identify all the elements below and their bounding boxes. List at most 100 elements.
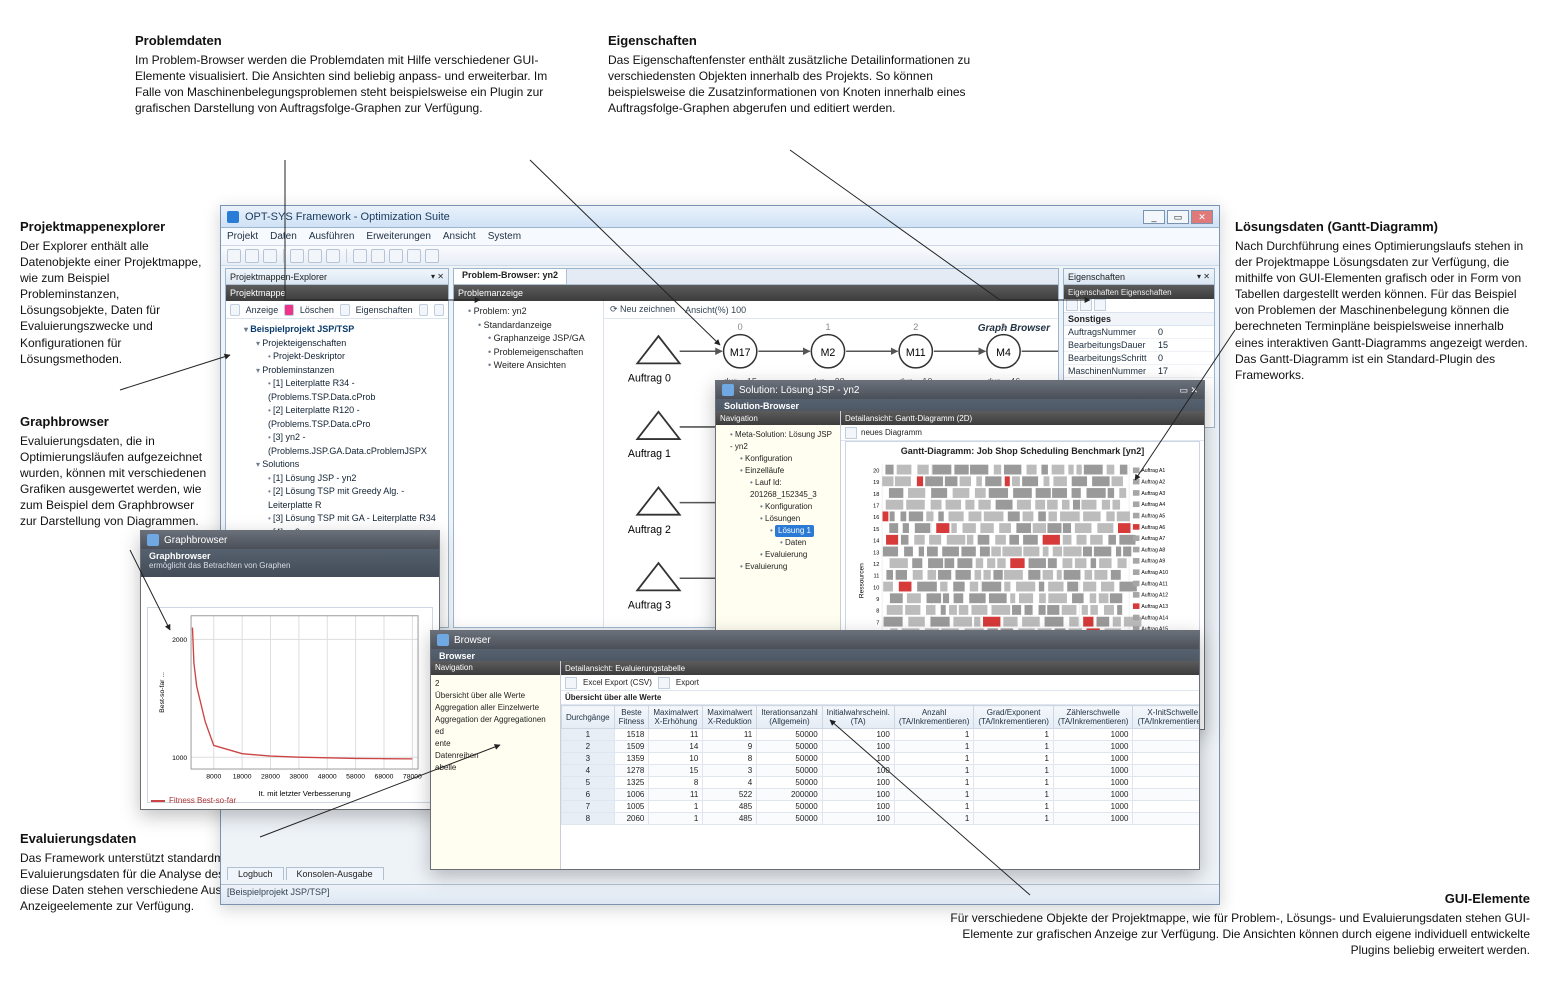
toolbar-icon[interactable]	[389, 249, 403, 263]
close-button[interactable]: ✕	[1191, 210, 1213, 224]
nav-item[interactable]: ente	[435, 738, 556, 750]
export-icon[interactable]	[658, 677, 670, 689]
sort-icon[interactable]	[1066, 299, 1078, 311]
btn-neues-diagramm[interactable]: neues Diagramm	[861, 428, 922, 437]
tree-item[interactable]: [3] yn2 - (Problems.JSP.GA.Data.cProblem…	[268, 431, 444, 458]
prop-val[interactable]: 15	[1154, 339, 1214, 351]
table-row[interactable]: 412781535000010011100011	[562, 765, 1200, 777]
toolbar-icon[interactable]	[407, 249, 421, 263]
tree-root[interactable]: Meta-Solution: Lösung JSP - yn2	[730, 429, 836, 453]
btn-anzeige[interactable]: Anzeige	[246, 305, 279, 315]
table-header[interactable]: Anzahl (TA/Inkrementieren)	[894, 706, 974, 729]
toolbar-icon[interactable]	[245, 249, 259, 263]
search-icon[interactable]	[1094, 299, 1106, 311]
nav-item[interactable]: Aggregation aller Einzelwerte	[435, 702, 556, 714]
toolbar-icon[interactable]	[227, 249, 241, 263]
nav-item[interactable]: abelle	[435, 762, 556, 774]
table-row[interactable]: 1151811115000010011100011	[562, 729, 1200, 741]
tree-node[interactable]: Probleminstanzen	[256, 364, 444, 378]
tree-node[interactable]: Projekteigenschaften	[256, 337, 444, 351]
tree-item[interactable]: Einzelläufe	[740, 465, 836, 477]
btn-neuzeichnen[interactable]: Neu zeichnen	[620, 304, 675, 314]
toolbar-icon[interactable]	[371, 249, 385, 263]
table-row[interactable]: 313591085000010011100011	[562, 753, 1200, 765]
btn-export[interactable]: Export	[676, 678, 699, 687]
toolbar-icon[interactable]	[425, 249, 439, 263]
tree-item[interactable]: Lösung 1	[770, 525, 836, 537]
eval-table[interactable]: DurchgängeBeste FitnessMaximalwert X-Erh…	[561, 705, 1199, 825]
tree-item[interactable]: Lösungen	[760, 513, 836, 525]
table-header[interactable]: Iterationsanzahl (Allgemein)	[757, 706, 822, 729]
table-header[interactable]: Zählerschwelle (TA/Inkrementieren)	[1053, 706, 1133, 729]
table-row[interactable]: 8206014855000010011100011	[562, 813, 1200, 825]
tree-root[interactable]: Beispielprojekt JSP/TSP	[244, 323, 444, 337]
tree-item[interactable]: [2] Leiterplatte R120 - (Problems.TSP.Da…	[268, 404, 444, 431]
problem-tree[interactable]: Problem: yn2 Standardanzeige Graphanzeig…	[454, 301, 604, 627]
tab-logbuch[interactable]: Logbuch	[227, 867, 284, 880]
toolbar-icon[interactable]	[290, 249, 304, 263]
eval-nav[interactable]: Navigation 2 Übersicht über alle Werte A…	[431, 661, 561, 869]
tree-item[interactable]: Evaluierung	[740, 561, 836, 573]
evalbrowser-window[interactable]: Browser BrowserLösungsobjekte an Navigat…	[430, 630, 1200, 870]
menu-item[interactable]: Projekt	[227, 231, 258, 242]
table-header[interactable]: Initialwahrscheinl. (TA)	[822, 706, 894, 729]
nav-item[interactable]: ed	[435, 726, 556, 738]
menu-item[interactable]: Ansicht	[443, 231, 476, 242]
new-diagram-icon[interactable]	[845, 427, 857, 439]
table-header[interactable]: Durchgänge	[562, 706, 615, 729]
btn-csv-export[interactable]: Excel Export (CSV)	[583, 678, 652, 687]
tree-item[interactable]: Projekt-Deskriptor	[268, 350, 444, 364]
menu-item[interactable]: Erweiterungen	[366, 231, 430, 242]
nav-item[interactable]: Datenreihen	[435, 750, 556, 762]
tree-item[interactable]: [1] Leiterplatte R34 - (Problems.TSP.Dat…	[268, 377, 444, 404]
menu-item[interactable]: Ausführen	[309, 231, 355, 242]
tree-item[interactable]: [1] Lösung JSP - yn2	[268, 472, 444, 486]
prop-val[interactable]: 0	[1154, 352, 1214, 364]
tree-item[interactable]: [2] Lösung TSP mit Greedy Alg. - Leiterp…	[268, 485, 444, 512]
menu-item[interactable]: Daten	[270, 231, 297, 242]
menu-item[interactable]: System	[488, 231, 521, 242]
tree-item[interactable]: Lauf Id: 201268_152345_3	[750, 477, 836, 501]
toolbar-icon[interactable]	[263, 249, 277, 263]
tree-item[interactable]: Weitere Ansichten	[488, 359, 599, 373]
btn-loeschen[interactable]: Löschen	[300, 305, 334, 315]
tree-item[interactable]: [3] Lösung TSP mit GA - Leiterplatte R34	[268, 512, 444, 526]
tree-item[interactable]: Graphanzeige JSP/GA	[488, 332, 599, 346]
zoom-icon[interactable]	[434, 304, 444, 316]
table-header[interactable]: Beste Fitness	[614, 706, 649, 729]
tree-item[interactable]: Konfiguration	[760, 501, 836, 513]
tab-problem[interactable]: Problem-Browser: yn2	[454, 269, 567, 284]
table-header[interactable]: X-InitSchwelle (TA/Inkrementieren)	[1133, 706, 1199, 729]
props-icon[interactable]	[340, 304, 350, 316]
maximize-button[interactable]: ▭	[1167, 210, 1189, 224]
csv-export-icon[interactable]	[565, 677, 577, 689]
prop-val[interactable]: 17	[1154, 365, 1214, 377]
nav-item[interactable]: Aggregation der Aggregationen	[435, 714, 556, 726]
property-grid[interactable]: Sonstiges AuftragsNummer0 BearbeitungsDa…	[1064, 313, 1214, 378]
nav-item[interactable]: Übersicht über alle Werte	[435, 690, 556, 702]
table-row[interactable]: 51325845000010011100011	[562, 777, 1200, 789]
table-row[interactable]: 7100514855000010011100011	[562, 801, 1200, 813]
toolbar-icon[interactable]	[308, 249, 322, 263]
toolbar-icon[interactable]	[326, 249, 340, 263]
zoom-icon[interactable]	[419, 304, 429, 316]
tree-root[interactable]: Problem: yn2	[468, 305, 599, 319]
table-header[interactable]: Maximalwert X-Reduktion	[703, 706, 757, 729]
tree-item[interactable]: Konfiguration	[740, 453, 836, 465]
tree-item[interactable]: Problemeigenschaften	[488, 346, 599, 360]
show-icon[interactable]	[230, 304, 240, 316]
tab-konsole[interactable]: Konsolen-Ausgabe	[286, 867, 384, 880]
prop-val[interactable]: 0	[1154, 326, 1214, 338]
graphbrowser-window[interactable]: Graphbrowser Graphbrowserermöglicht das …	[140, 530, 440, 810]
nav-item[interactable]: 2	[435, 678, 556, 690]
zoom-value[interactable]: 100	[731, 305, 746, 315]
tree-item[interactable]: Standardanzeige	[478, 319, 599, 333]
table-row[interactable]: 215091495000010011100011	[562, 741, 1200, 753]
az-icon[interactable]	[1080, 299, 1092, 311]
fitness-chart[interactable]: 8000180002800038000480005800068000780001…	[147, 607, 433, 803]
table-row[interactable]: 610061152220000010011100011	[562, 789, 1200, 801]
minimize-button[interactable]: _	[1143, 210, 1165, 224]
tree-item[interactable]: Evaluierung	[760, 549, 836, 561]
tree-node[interactable]: Solutions	[256, 458, 444, 472]
tree-item[interactable]: Daten	[780, 537, 836, 549]
